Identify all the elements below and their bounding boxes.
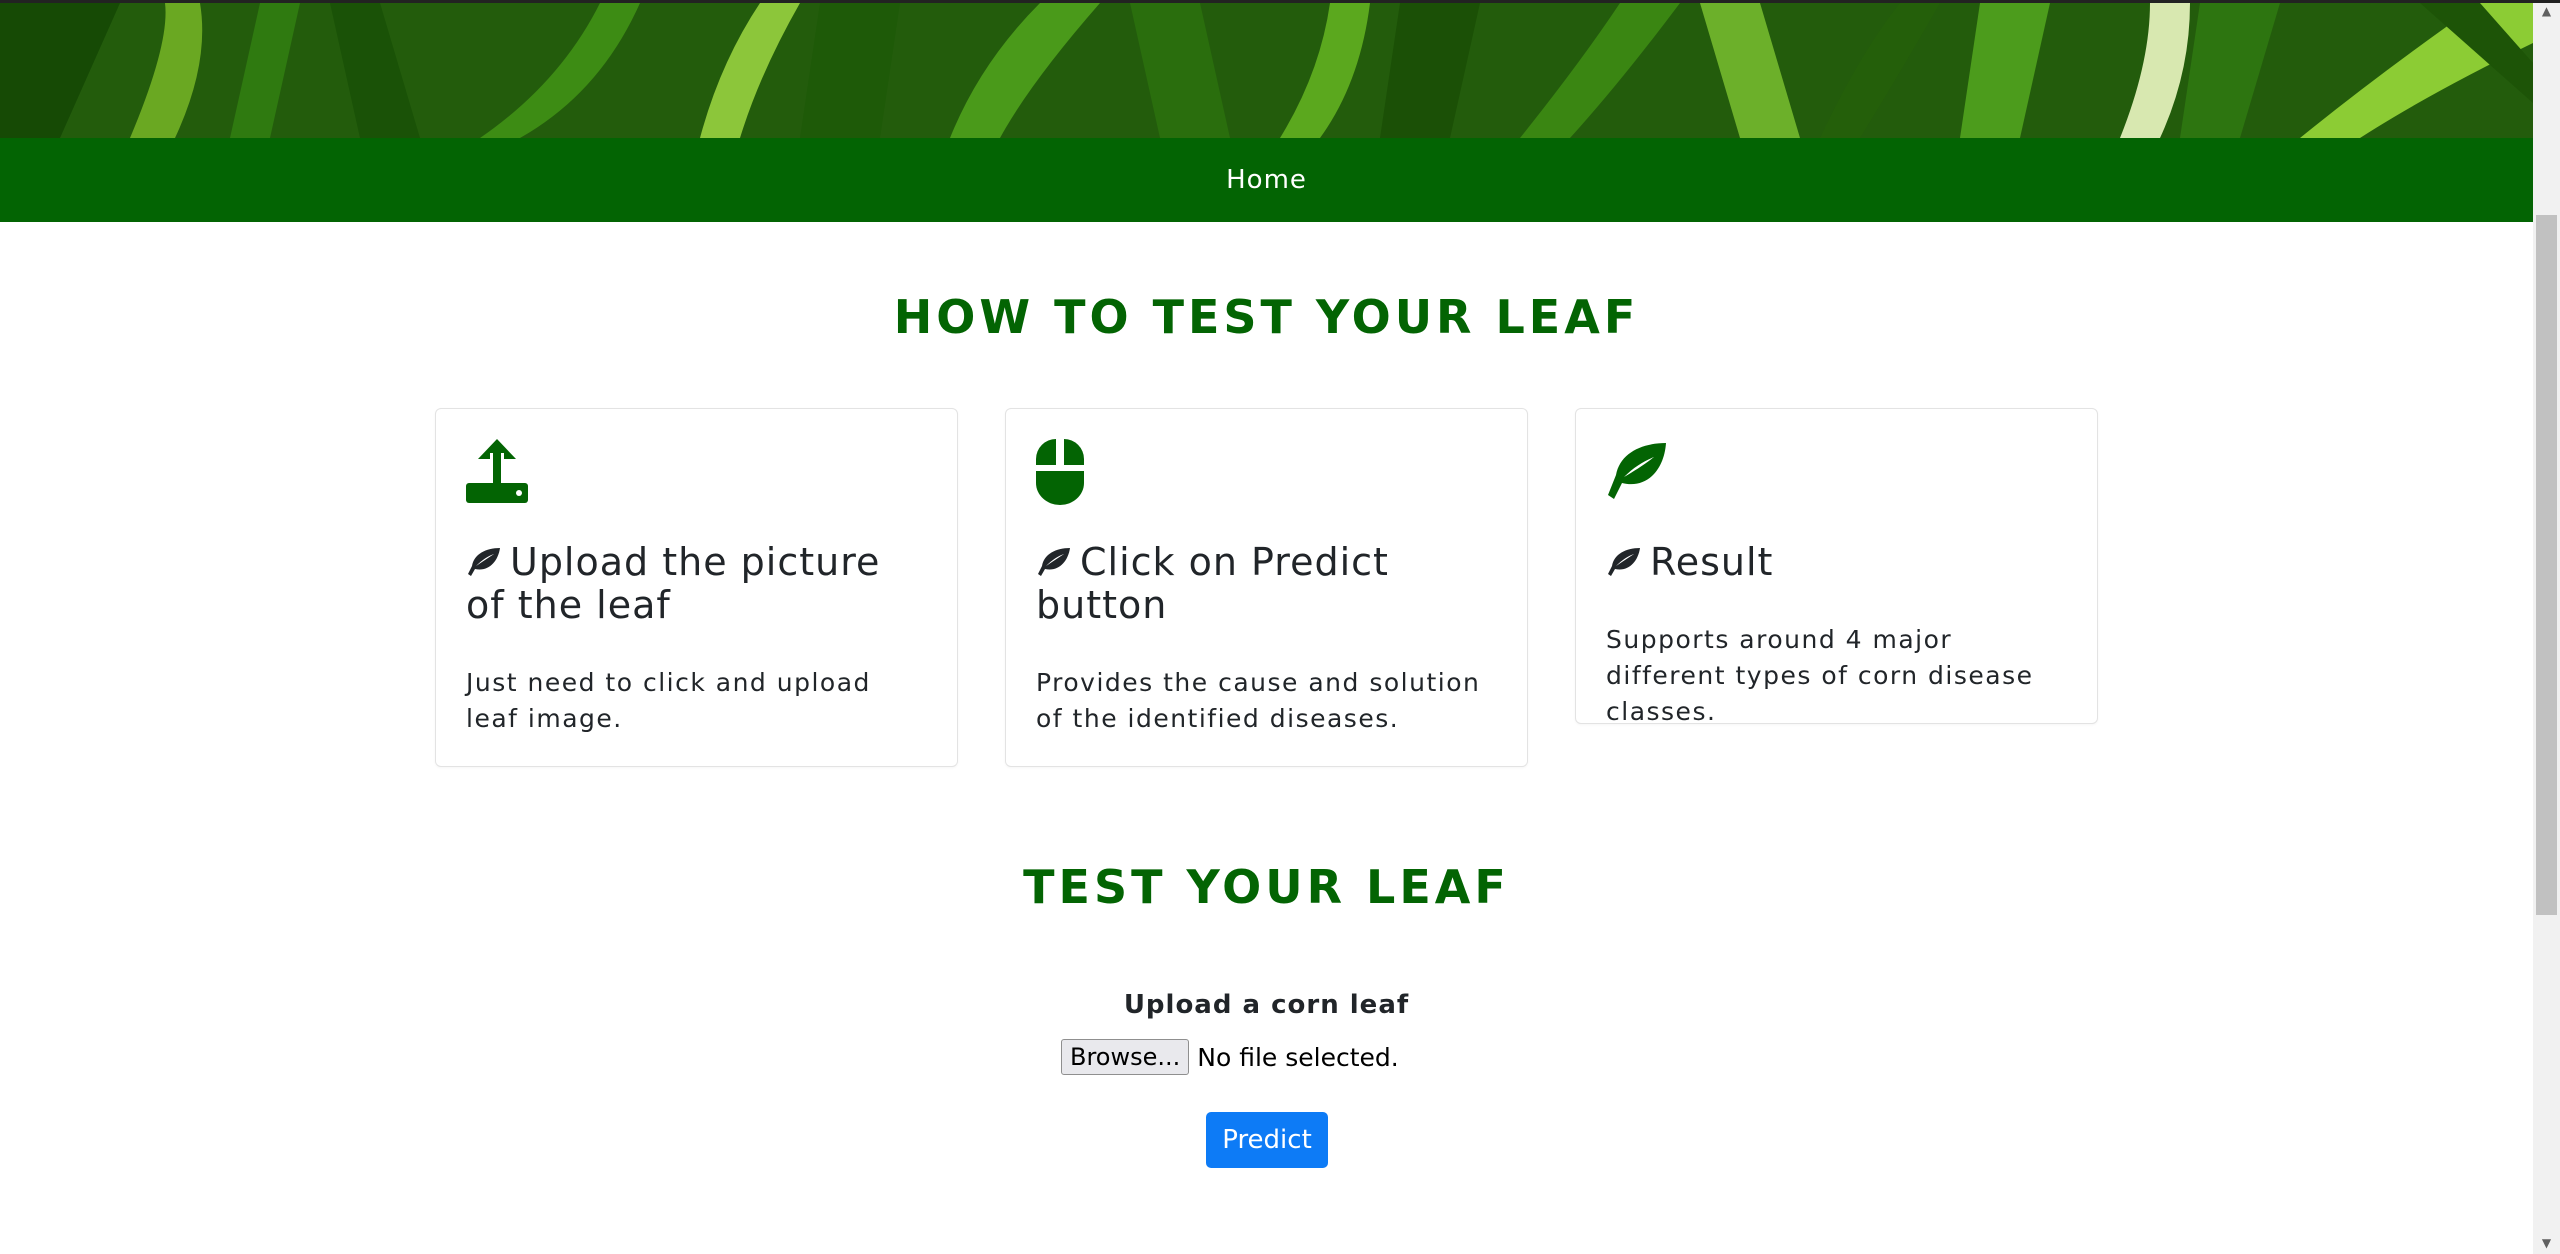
card-title: Upload the picture of the leaf	[466, 540, 881, 627]
card-text: Supports around 4 major different types …	[1606, 625, 2034, 726]
card-title: Click on Predict button	[1036, 540, 1389, 627]
corn-leaves-banner	[0, 3, 2533, 138]
page: Home HOW TO TEST YOUR LEAF Upload the pi…	[0, 0, 2533, 1254]
leaf-icon	[1038, 548, 1070, 576]
window-top-border	[0, 0, 2560, 3]
card-title: Result	[1606, 541, 2067, 584]
how-to-title: HOW TO TEST YOUR LEAF	[893, 290, 1640, 344]
header-banner-image	[0, 3, 2533, 138]
upload-icon	[466, 439, 528, 503]
vertical-scrollbar[interactable]: ▲ ▼	[2533, 0, 2560, 1254]
test-title: TEST YOUR LEAF	[1023, 860, 1510, 914]
scroll-down-arrow-icon[interactable]: ▼	[2533, 1232, 2560, 1254]
scroll-up-arrow-icon[interactable]: ▲	[2533, 0, 2560, 22]
mouse-icon	[1036, 439, 1084, 505]
card-upload: Upload the picture of the leaf Just need…	[435, 408, 958, 767]
leaf-icon	[1608, 443, 1666, 499]
leaf-icon	[468, 548, 500, 576]
nav-home-link[interactable]: Home	[1226, 165, 1307, 195]
predict-button[interactable]: Predict	[1206, 1112, 1328, 1168]
leaf-icon	[1608, 548, 1640, 576]
card-text: Just need to click and upload leaf image…	[466, 668, 871, 733]
browse-button[interactable]: Browse...	[1061, 1039, 1190, 1075]
card-predict: Click on Predict button Provides the cau…	[1005, 408, 1528, 767]
card-text: Provides the cause and solution of the i…	[1036, 668, 1481, 733]
navbar: Home	[0, 138, 2533, 222]
file-input[interactable]: Browse... No file selected.	[1061, 1039, 1399, 1075]
upload-label: Upload a corn leaf	[1123, 990, 1410, 1020]
file-status: No file selected.	[1197, 1042, 1399, 1072]
card-result: Result Supports around 4 major different…	[1575, 408, 2098, 726]
scrollbar-thumb[interactable]	[2536, 215, 2557, 915]
